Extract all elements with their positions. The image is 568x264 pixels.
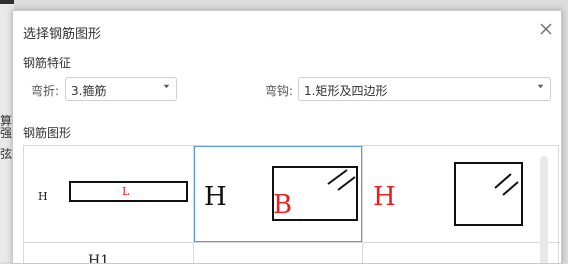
chevron-down-icon — [537, 84, 544, 89]
shape-cell-rect-h[interactable]: H — [363, 146, 539, 242]
shape-label-h: H — [373, 182, 396, 212]
bend-label: 弯折: — [31, 84, 60, 98]
square-stirrup-icon — [454, 162, 523, 226]
selected-cell-highlight — [194, 146, 362, 242]
shape-label-h1: H1 — [88, 253, 110, 264]
shape-cell-empty[interactable] — [363, 243, 539, 263]
section-rebar-features: 钢筋特征 — [23, 56, 72, 70]
hook-label: 弯钩: — [265, 84, 294, 98]
shape-cell-empty[interactable] — [194, 243, 362, 263]
hook-select[interactable]: 1.矩形及四边形 — [298, 77, 551, 101]
select-rebar-shape-dialog: 选择钢筋图形 钢筋特征 弯折: 3.箍筋 弯钩: 1.矩形及四边形 钢筋图形 H… — [12, 10, 562, 264]
hook-select-value: 1.矩形及四边形 — [304, 84, 388, 98]
background-text-3: 强 — [0, 126, 13, 140]
bend-select[interactable]: 3.箍筋 — [65, 77, 177, 101]
rebar-shape-grid: H L H B H H1 — [23, 145, 560, 264]
shape-label-h: H — [38, 190, 48, 203]
background-text-2: 弦 — [0, 147, 13, 161]
bend-select-value: 3.箍筋 — [71, 84, 107, 98]
chevron-down-icon — [163, 84, 170, 89]
close-icon[interactable] — [537, 21, 555, 39]
shape-cell-h1[interactable]: H1 — [24, 243, 193, 264]
vertical-scrollbar[interactable] — [540, 156, 548, 263]
section-rebar-shapes: 钢筋图形 — [23, 126, 72, 140]
shape-label-l: L — [122, 185, 130, 198]
background-titlebar — [0, 0, 14, 4]
dialog-title: 选择钢筋图形 — [23, 27, 102, 42]
shape-cell-straight[interactable]: H L — [24, 146, 193, 242]
